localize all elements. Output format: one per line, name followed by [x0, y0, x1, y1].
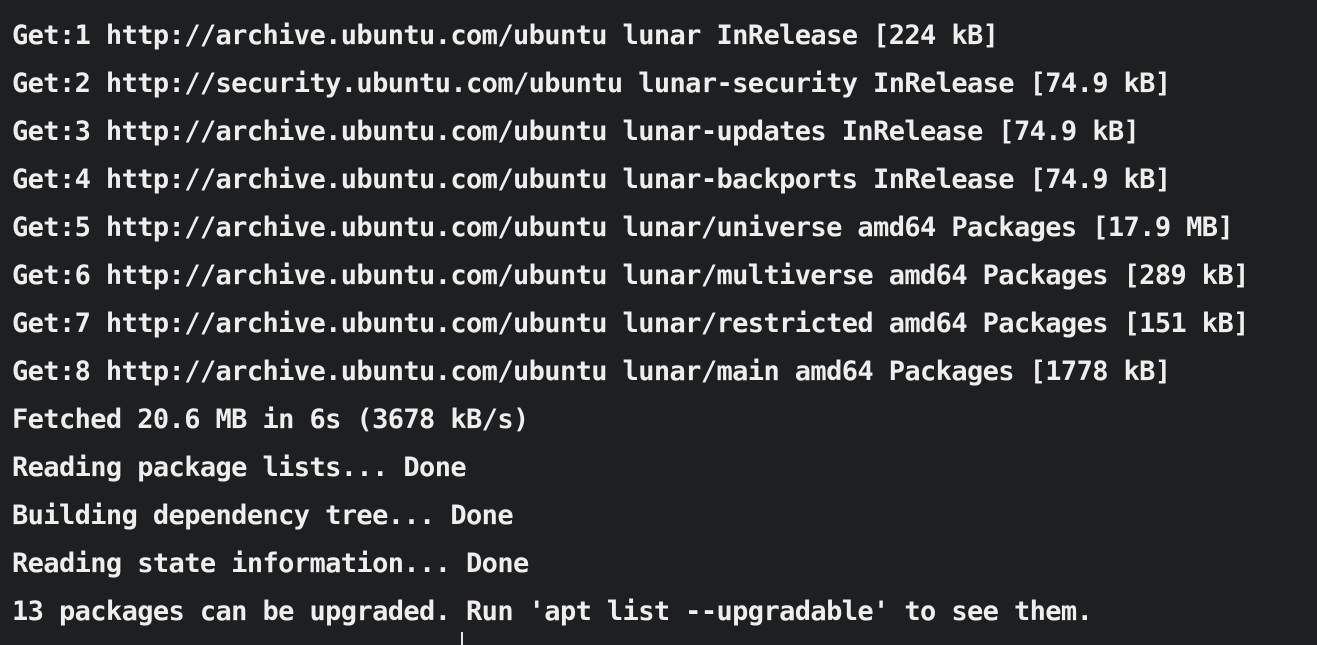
terminal-line-1: Get:1 http://archive.ubuntu.com/ubuntu l…	[12, 20, 999, 51]
terminal-window[interactable]: Get:1 http://archive.ubuntu.com/ubuntu l…	[0, 0, 1317, 645]
terminal-line-9: Fetched 20.6 MB in 6s (3678 kB/s)	[12, 404, 529, 435]
terminal-line-3: Get:3 http://archive.ubuntu.com/ubuntu l…	[12, 116, 1140, 147]
terminal-line-12: Reading state information... Done	[12, 548, 529, 579]
text-cursor	[461, 632, 463, 645]
terminal-line-6: Get:6 http://archive.ubuntu.com/ubuntu l…	[12, 260, 1249, 291]
terminal-line-4: Get:4 http://archive.ubuntu.com/ubuntu l…	[12, 164, 1171, 195]
terminal-line-10: Reading package lists... Done	[12, 452, 467, 483]
terminal-line-11: Building dependency tree... Done	[12, 500, 514, 531]
terminal-line-5: Get:5 http://archive.ubuntu.com/ubuntu l…	[12, 212, 1234, 243]
terminal-line-7: Get:7 http://archive.ubuntu.com/ubuntu l…	[12, 308, 1249, 339]
terminal-line-2: Get:2 http://security.ubuntu.com/ubuntu …	[12, 68, 1171, 99]
terminal-line-13: 13 packages can be upgraded. Run 'apt li…	[12, 596, 1093, 627]
terminal-line-8: Get:8 http://archive.ubuntu.com/ubuntu l…	[12, 356, 1171, 387]
